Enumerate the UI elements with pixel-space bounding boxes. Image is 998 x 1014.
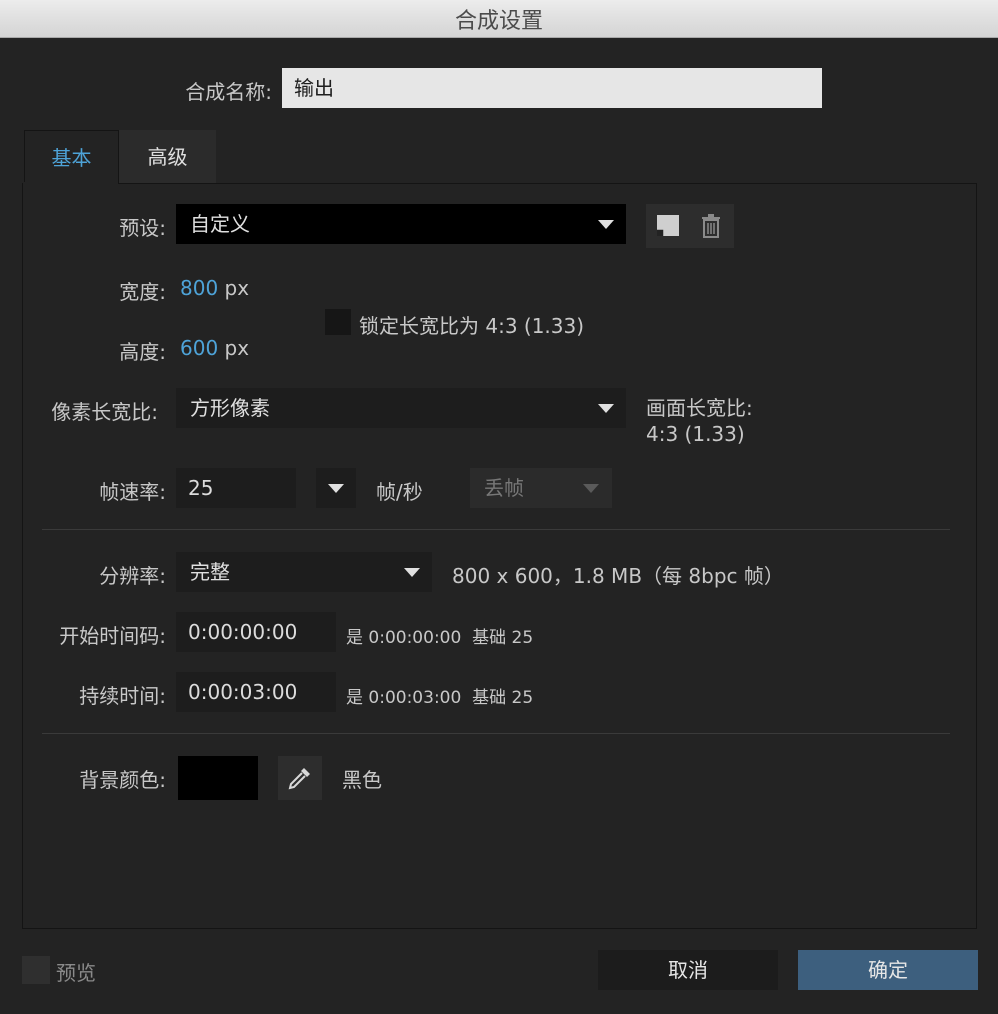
background-color-label: 背景颜色: [79, 768, 166, 792]
start-timecode-base: 基础 25 [472, 628, 534, 648]
frame-aspect-label: 画面长宽比: [646, 396, 753, 420]
chevron-down-icon [328, 484, 344, 493]
ok-button[interactable]: 确定 [798, 950, 978, 990]
frame-rate-dropdown[interactable] [316, 468, 356, 508]
lock-aspect-label: 锁定长宽比为 4:3 (1.33) [359, 314, 585, 338]
title-bar: 合成设置 [0, 0, 998, 38]
duration-is: 是 0:00:03:00 [346, 688, 462, 708]
tab-advanced[interactable]: 高级 [119, 130, 216, 183]
duration-info: 是 0:00:03:00 基础 25 [346, 683, 533, 708]
chevron-down-icon [583, 484, 599, 493]
pixel-aspect-dropdown[interactable]: 方形像素 [176, 388, 626, 428]
cancel-button[interactable]: 取消 [598, 950, 778, 990]
tab-basic[interactable]: 基本 [24, 130, 119, 184]
resolution-dropdown[interactable]: 完整 [176, 552, 432, 592]
width-label: 宽度: [119, 280, 166, 304]
background-color-name: 黑色 [342, 768, 382, 792]
frame-rate-input[interactable]: 25 [176, 468, 296, 508]
pixel-aspect-value: 方形像素 [190, 396, 270, 420]
width-row: 800 px [180, 276, 249, 300]
chevron-down-icon [598, 404, 614, 413]
resolution-label: 分辨率: [99, 564, 166, 588]
divider [42, 733, 950, 734]
resolution-info: 800 x 600，1.8 MB（每 8bpc 帧） [452, 564, 784, 588]
preview-label: 预览 [56, 961, 96, 985]
preset-actions [646, 204, 734, 248]
drop-frame-value: 丢帧 [484, 476, 524, 500]
duration-base: 基础 25 [472, 688, 534, 708]
width-value[interactable]: 800 [180, 276, 218, 300]
divider [42, 529, 950, 530]
start-timecode-input[interactable]: 0:00:00:00 [176, 612, 336, 652]
tab-joiner [23, 182, 118, 185]
chevron-down-icon [404, 568, 420, 577]
start-timecode-is: 是 0:00:00:00 [346, 628, 462, 648]
resolution-value: 完整 [190, 560, 230, 584]
eyedropper-icon [287, 765, 313, 791]
save-preset-icon[interactable] [656, 212, 680, 238]
preset-value: 自定义 [190, 212, 250, 236]
comp-name-label: 合成名称: [185, 80, 272, 104]
frame-aspect-value: 4:3 (1.33) [646, 422, 745, 446]
start-timecode-info: 是 0:00:00:00 基础 25 [346, 623, 533, 648]
lock-aspect-checkbox[interactable] [325, 309, 351, 335]
frame-rate-unit: 帧/秒 [376, 480, 423, 504]
preset-label: 预设: [119, 216, 166, 240]
eyedropper-button[interactable] [278, 756, 322, 800]
window-title: 合成设置 [454, 9, 543, 34]
pixel-aspect-label: 像素长宽比: [51, 400, 158, 424]
preview-checkbox[interactable] [22, 956, 50, 984]
preset-dropdown[interactable]: 自定义 [176, 204, 626, 244]
width-unit: px [224, 276, 250, 300]
height-label: 高度: [119, 340, 166, 364]
drop-frame-dropdown: 丢帧 [470, 468, 612, 508]
height-unit: px [224, 336, 250, 360]
duration-input[interactable]: 0:00:03:00 [176, 672, 336, 712]
background-color-swatch[interactable] [178, 756, 258, 800]
height-value[interactable]: 600 [180, 336, 218, 360]
height-row: 600 px [180, 336, 249, 360]
comp-name-input[interactable]: 输出 [282, 68, 822, 108]
duration-label: 持续时间: [79, 684, 166, 708]
chevron-down-icon [598, 220, 614, 229]
start-timecode-label: 开始时间码: [59, 624, 166, 648]
frame-rate-label: 帧速率: [99, 480, 166, 504]
trash-icon[interactable] [700, 214, 722, 238]
